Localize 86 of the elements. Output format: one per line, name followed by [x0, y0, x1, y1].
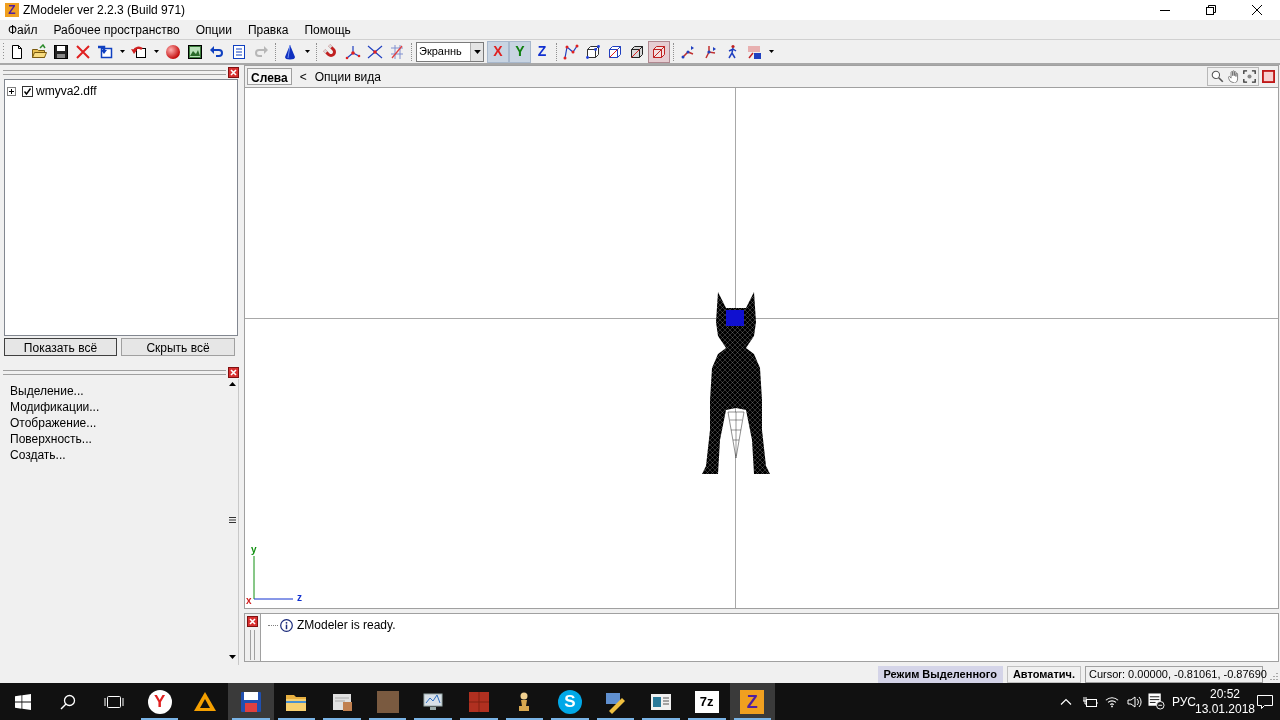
- taskbar-app-button[interactable]: Y: [136, 683, 183, 720]
- view-select[interactable]: Экраннь: [416, 41, 484, 62]
- caret-icon: [304, 50, 310, 53]
- rollout-item[interactable]: Модификации...: [10, 398, 100, 414]
- axis-gizmo: [253, 556, 293, 600]
- taskbar-app-button[interactable]: [227, 683, 274, 720]
- axis-label: y: [251, 545, 257, 555]
- taskbar-app-button[interactable]: Z: [729, 683, 776, 720]
- taskbar-app-button[interactable]: 7z: [683, 683, 730, 720]
- up-arrow-icon: [229, 381, 236, 386]
- brick-tile-icon: [466, 689, 491, 714]
- polyline-icon: [563, 43, 579, 60]
- mode-indicator: Режим Выделенного: [877, 665, 1003, 683]
- panel-close-button[interactable]: [227, 365, 240, 379]
- app-logo: Z: [740, 689, 765, 714]
- edge-cube-icon: [607, 43, 623, 60]
- solid-cube-button[interactable]: [648, 40, 670, 63]
- info-icon: [280, 618, 293, 632]
- close-icon: [228, 366, 239, 378]
- menu-item[interactable]: Помощь: [296, 20, 359, 39]
- down-arrow-icon: [229, 654, 236, 659]
- app-logo: 7z: [694, 690, 719, 713]
- axis-toggle[interactable]: Z: [531, 40, 553, 63]
- fit-view-button[interactable]: [1241, 68, 1257, 85]
- clock-date[interactable]: 13.01.2018: [1194, 701, 1256, 717]
- toolbar-grip-icon: [2, 42, 5, 61]
- wifi-icon: [1104, 694, 1120, 709]
- document-badge-icon: [1147, 693, 1165, 710]
- panel-close-button[interactable]: [246, 615, 259, 628]
- view-tab[interactable]: Слева: [247, 68, 292, 85]
- panel-grip[interactable]: [3, 69, 226, 75]
- vertex-cube-icon: [585, 43, 601, 60]
- rollout-item[interactable]: Создать...: [10, 446, 66, 462]
- axis-label: z: [297, 593, 302, 603]
- checkbox[interactable]: [22, 85, 33, 97]
- corner-brackets-icon: [1242, 70, 1256, 83]
- restore-icon: [1206, 5, 1216, 15]
- zoom-button[interactable]: [1209, 68, 1225, 85]
- panel-close-button[interactable]: [227, 65, 240, 79]
- menu-item[interactable]: Правка: [239, 20, 297, 39]
- resize-grip-icon: [1267, 671, 1279, 683]
- pan-button[interactable]: [1225, 68, 1241, 85]
- close-icon: [247, 616, 258, 627]
- mode-indicator: Автоматич.: [1006, 665, 1081, 683]
- caret-icon: [473, 49, 481, 54]
- task-view-icon: [104, 693, 124, 710]
- tree-item-label[interactable]: wmyva2.dff: [36, 82, 97, 100]
- caret-icon: [768, 50, 774, 53]
- solid-cube-icon: [651, 43, 667, 60]
- maximize-button[interactable]: [1260, 68, 1277, 85]
- scroll-grip-icon: [229, 517, 236, 523]
- rollout-item[interactable]: Выделение...: [10, 382, 84, 398]
- close-icon: [1252, 5, 1262, 15]
- scroll-up-button[interactable]: [227, 379, 238, 388]
- scroll-down-button[interactable]: [227, 652, 238, 661]
- pivot-marker-icon: [726, 310, 744, 326]
- speaker-icon: [1125, 693, 1142, 710]
- plus-box-icon[interactable]: [7, 86, 16, 96]
- clock-time[interactable]: 20:52: [1210, 686, 1240, 702]
- window-title: ZModeler ver 2.2.3 (Build 971): [23, 2, 186, 19]
- caret-icon: [153, 50, 159, 53]
- windows-logo-icon: [14, 693, 31, 710]
- square-icon: [1262, 70, 1275, 83]
- rollout-item[interactable]: Поверхность...: [10, 430, 92, 446]
- chevron-up-icon: [1060, 698, 1072, 705]
- panel-button[interactable]: Скрыть всё: [121, 338, 235, 356]
- axis-label: x: [246, 596, 252, 606]
- app-logo: Z: [5, 3, 19, 17]
- magnifier-icon: [1210, 70, 1224, 83]
- panel-grip[interactable]: [250, 630, 255, 660]
- app-logo: S: [557, 689, 582, 714]
- menu-item[interactable]: Файл: [0, 20, 46, 39]
- speech-bubble-icon: [1257, 694, 1273, 709]
- menu-item[interactable]: Рабочее пространство: [45, 20, 188, 39]
- menu-item[interactable]: Опции: [187, 20, 240, 39]
- panel-grip[interactable]: [3, 369, 226, 375]
- log-message: ZModeler is ready.: [297, 617, 396, 634]
- shaded-cube-icon: [629, 43, 645, 60]
- rollout-item[interactable]: Отображение...: [10, 414, 97, 430]
- caret-icon: [119, 50, 125, 53]
- search-icon: [60, 693, 77, 710]
- photo-placeholder-icon: [375, 689, 400, 714]
- hand-icon: [1226, 70, 1240, 83]
- app-logo: Y: [147, 689, 172, 714]
- view-options-button[interactable]: < Опции вида: [299, 68, 381, 85]
- panel-button[interactable]: Показать всё: [4, 338, 117, 356]
